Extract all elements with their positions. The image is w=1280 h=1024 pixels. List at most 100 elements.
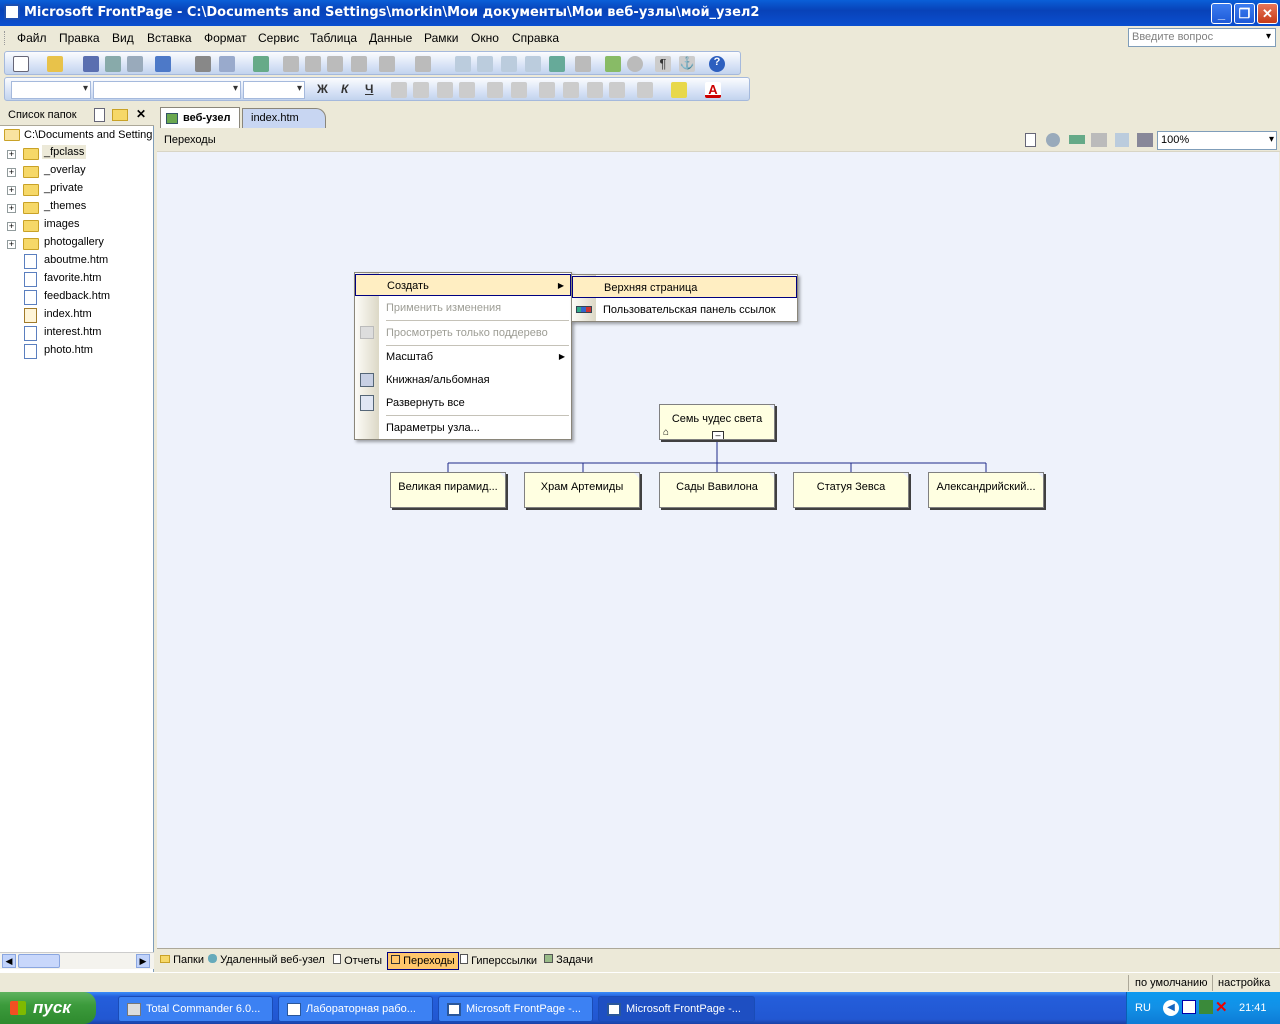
paragraph-marks-icon[interactable]: ¶: [655, 56, 671, 72]
menu-tools[interactable]: Сервис: [258, 31, 299, 45]
menu-frames[interactable]: Рамки: [424, 31, 458, 45]
tree-item[interactable]: + _fpclass: [0, 145, 154, 163]
increase-indent-icon[interactable]: [609, 82, 625, 98]
nav-child-node[interactable]: Александрийский...: [928, 472, 1044, 508]
tree-item[interactable]: photo.htm: [0, 343, 154, 361]
nav-child-node[interactable]: Храм Артемиды: [524, 472, 640, 508]
italic-button[interactable]: К: [341, 82, 348, 96]
subtree-icon[interactable]: [1091, 133, 1107, 147]
align-center-icon[interactable]: [413, 82, 429, 98]
font-color-icon[interactable]: A: [705, 82, 721, 98]
language-indicator[interactable]: RU: [1135, 1002, 1151, 1014]
zoom-dropdown-icon[interactable]: ▾: [1269, 134, 1274, 145]
bullets-icon[interactable]: [563, 82, 579, 98]
menu-item-zoom[interactable]: Масштаб ▶: [355, 346, 571, 368]
tree-item[interactable]: + images: [0, 217, 154, 235]
print-icon[interactable]: [195, 56, 211, 72]
status-settings-panel[interactable]: настройка: [1212, 975, 1280, 991]
close-pane-icon[interactable]: ✕: [136, 107, 146, 121]
menubar-grip[interactable]: [4, 31, 7, 45]
nav-root-node[interactable]: Семь чудес света ⌂ –: [659, 404, 775, 440]
expand-icon[interactable]: +: [7, 240, 16, 249]
portrait-landscape-icon[interactable]: [1115, 133, 1129, 147]
network-icon[interactable]: [1199, 1000, 1213, 1014]
view-navigation[interactable]: Переходы: [387, 952, 459, 970]
expand-icon[interactable]: +: [7, 186, 16, 195]
view-hyperlinks[interactable]: Гиперссылки: [457, 952, 540, 970]
task-word-document[interactable]: Лабораторная рабо...: [278, 996, 433, 1022]
navigation-canvas[interactable]: Семь чудес света ⌂ – Великая пирамид... …: [157, 152, 1279, 948]
copy-icon[interactable]: [305, 56, 321, 72]
collapse-icon[interactable]: –: [712, 431, 724, 439]
task-total-commander[interactable]: Total Commander 6.0...: [118, 996, 273, 1022]
tree-item[interactable]: aboutme.htm: [0, 253, 154, 271]
menu-item-create[interactable]: Создать ▶: [355, 274, 571, 296]
tree-item[interactable]: favorite.htm: [0, 271, 154, 289]
underline-button[interactable]: Ч: [365, 82, 373, 96]
minimize-button[interactable]: _: [1211, 3, 1232, 24]
expand-icon[interactable]: +: [7, 168, 16, 177]
menu-view[interactable]: Вид: [112, 31, 134, 45]
toggle-pane-icon[interactable]: [155, 56, 171, 72]
paste-icon[interactable]: [327, 56, 343, 72]
show-hidden-icons-icon[interactable]: ◀: [1163, 1000, 1179, 1016]
menu-item-view-subtree[interactable]: Просмотреть только поддерево: [355, 322, 571, 344]
numbering-icon[interactable]: [539, 82, 555, 98]
scroll-right-icon[interactable]: ▶: [136, 954, 150, 968]
menu-help[interactable]: Справка: [512, 31, 559, 45]
menu-item-expand-all[interactable]: Развернуть все: [355, 392, 571, 414]
help-search-input[interactable]: Введите вопрос: [1128, 28, 1276, 47]
anchor-icon[interactable]: ⚓: [679, 56, 695, 72]
custom-link-bar-icon[interactable]: [1069, 135, 1085, 144]
print-nav-icon[interactable]: [1137, 133, 1153, 147]
menu-file[interactable]: Файл: [17, 31, 47, 45]
folder-pane-hscrollbar[interactable]: ◀ ▶: [0, 952, 154, 969]
save-icon[interactable]: [83, 56, 99, 72]
menu-item-custom-link-bar[interactable]: Пользовательская панель ссылок: [572, 299, 797, 321]
menu-table[interactable]: Таблица: [310, 31, 357, 45]
new-page-icon[interactable]: [13, 56, 29, 72]
scroll-left-icon[interactable]: ◀: [2, 954, 16, 968]
open-icon[interactable]: [47, 56, 63, 72]
preview-icon[interactable]: [219, 56, 235, 72]
refresh-icon[interactable]: [605, 56, 621, 72]
font-combo[interactable]: [93, 81, 241, 99]
view-reports[interactable]: Отчеты: [330, 952, 385, 970]
menu-format[interactable]: Формат: [204, 31, 247, 45]
view-folders[interactable]: Папки: [157, 952, 207, 970]
antivirus-icon[interactable]: ✕: [1215, 998, 1228, 1016]
style-combo[interactable]: [11, 81, 91, 99]
start-button[interactable]: пуск: [0, 992, 96, 1024]
drawing-icon[interactable]: [549, 56, 565, 72]
nav-child-node[interactable]: Статуя Зевса: [793, 472, 909, 508]
menu-edit[interactable]: Правка: [59, 31, 100, 45]
help-dropdown-icon[interactable]: ▾: [1266, 31, 1271, 42]
justify-icon[interactable]: [459, 82, 475, 98]
close-button[interactable]: ✕: [1257, 3, 1278, 24]
new-folder-icon[interactable]: [112, 109, 128, 121]
decrease-indent-icon[interactable]: [587, 82, 603, 98]
shrink-font-icon[interactable]: [511, 82, 527, 98]
tree-item[interactable]: + _overlay: [0, 163, 154, 181]
menu-insert[interactable]: Вставка: [147, 31, 192, 45]
scroll-thumb[interactable]: [18, 954, 60, 968]
nav-child-node[interactable]: Сады Вавилона: [659, 472, 775, 508]
search-icon[interactable]: [105, 56, 121, 72]
expand-icon[interactable]: +: [7, 222, 16, 231]
format-painter-icon[interactable]: [351, 56, 367, 72]
grow-font-icon[interactable]: [487, 82, 503, 98]
publish-icon[interactable]: [127, 56, 143, 72]
tree-item[interactable]: + photogallery: [0, 235, 154, 253]
insert-picture-icon[interactable]: [525, 56, 541, 72]
new-top-page-icon[interactable]: [1025, 133, 1036, 147]
hyperlink-icon[interactable]: [575, 56, 591, 72]
insert-layer-icon[interactable]: [501, 56, 517, 72]
cut-icon[interactable]: [283, 56, 299, 72]
font-size-combo[interactable]: [243, 81, 305, 99]
tree-root[interactable]: C:\Documents and Setting: [0, 127, 154, 145]
help-icon[interactable]: ?: [709, 56, 725, 72]
task-frontpage-1[interactable]: Microsoft FrontPage -...: [438, 996, 593, 1022]
align-left-icon[interactable]: [391, 82, 407, 98]
menu-data[interactable]: Данные: [369, 31, 412, 45]
link-bar-icon[interactable]: [1046, 133, 1060, 147]
